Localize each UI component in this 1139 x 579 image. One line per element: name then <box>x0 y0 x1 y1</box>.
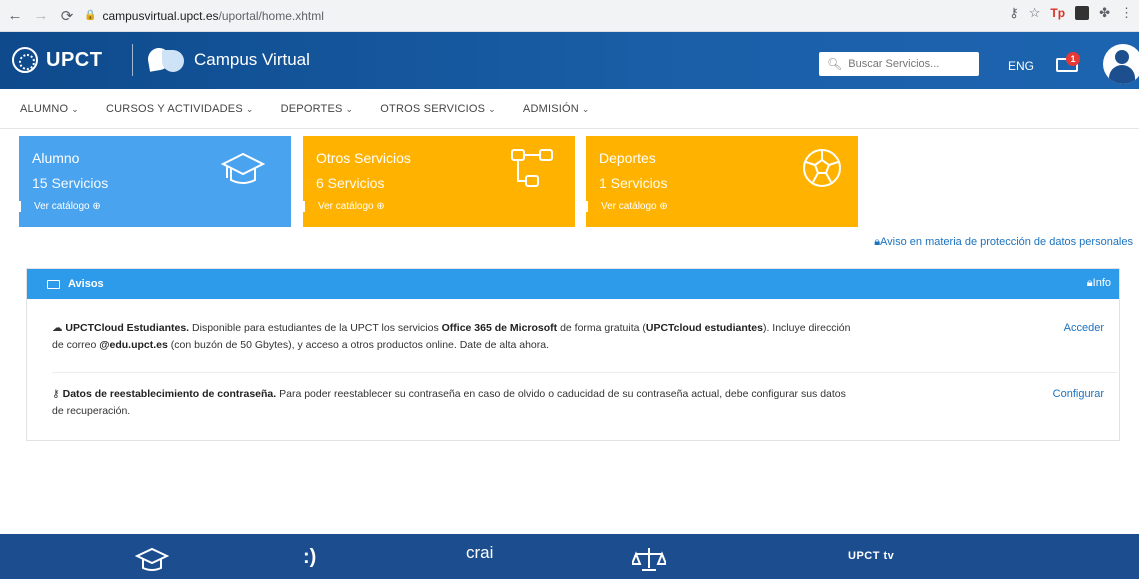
menu-item-cursos[interactable]: CURSOS Y ACTIVIDADES ⌄ <box>106 103 254 115</box>
browser-toolbar: ← → ⟳ 🔒 campusvirtual.upct.es /uportal/h… <box>0 0 1139 32</box>
search-input[interactable] <box>848 58 969 70</box>
notification-badge: 1 <box>1066 52 1080 66</box>
upcttv-icon[interactable]: UPCT tv <box>848 550 894 562</box>
app-name: Campus Virtual <box>194 50 310 69</box>
chevron-down-icon: ⌄ <box>71 103 80 114</box>
search-icon: 🔍︎ <box>827 57 843 71</box>
avisos-title: Avisos <box>68 278 104 290</box>
upct-seal-icon <box>12 47 38 73</box>
key-icon: ⚷ <box>52 388 63 400</box>
card-deportes[interactable]: Deportes 1 Servicios Ver catálogo ⊕ <box>586 136 858 227</box>
chevron-down-icon: ⌄ <box>245 103 254 114</box>
divider <box>52 372 1117 373</box>
catalog-link[interactable]: Ver catálogo ⊕ <box>586 201 668 212</box>
card-alumno[interactable]: Alumno 15 Servicios Ver catálogo ⊕ <box>19 136 291 227</box>
url-path: /uportal/home.xhtml <box>218 8 324 23</box>
lock-icon: 🔒 <box>84 10 97 21</box>
search-box: 🔍︎ <box>819 52 979 76</box>
avatar[interactable] <box>1103 44 1139 84</box>
crai-icon[interactable]: crai <box>466 543 493 563</box>
avisos-panel: Avisos 🔒︎Info ☁︎ UPCTCloud Estudiantes. … <box>26 268 1120 441</box>
graduation-cap-icon[interactable] <box>135 546 169 572</box>
key-icon[interactable]: ⚷ <box>1009 5 1019 21</box>
flow-diagram-icon <box>511 149 553 187</box>
info-link[interactable]: 🔒︎Info <box>1087 277 1111 290</box>
notice-upctcloud: ☁︎ UPCTCloud Estudiantes. Disponible par… <box>52 320 1104 351</box>
extension-tp-icon[interactable]: Tp <box>1050 6 1065 20</box>
menu-item-admision[interactable]: ADMISIÓN ⌄ <box>523 103 590 115</box>
envelope-icon <box>47 279 60 289</box>
catalog-link[interactable]: Ver catálogo ⊕ <box>19 201 101 212</box>
acceder-link[interactable]: Acceder <box>1064 320 1104 337</box>
menu-item-deportes[interactable]: DEPORTES ⌄ <box>281 103 354 115</box>
address-bar[interactable]: 🔒 campusvirtual.upct.es /uportal/home.xh… <box>84 4 1014 27</box>
footer: :) crai UPCT tv <box>0 534 1139 579</box>
logo-divider <box>132 44 133 76</box>
card-count: 1 Servicios <box>599 175 668 191</box>
language-toggle[interactable]: ENG <box>1008 59 1034 73</box>
menu-item-otros-servicios[interactable]: OTROS SERVICIOS ⌄ <box>380 103 496 115</box>
avisos-header: Avisos 🔒︎Info <box>27 269 1119 299</box>
extension-icon[interactable] <box>1075 6 1090 20</box>
star-icon[interactable]: ☆ <box>1029 5 1041 21</box>
privacy-notice-link[interactable]: 🔒︎Aviso en materia de protección de dato… <box>874 236 1133 249</box>
menu-item-alumno[interactable]: ALUMNO ⌄ <box>20 103 79 115</box>
configurar-link[interactable]: Configurar <box>1053 386 1104 403</box>
notifications-button[interactable]: 1 <box>1056 52 1082 74</box>
site-header: UPCT Campus Virtual 🔍︎ ENG 1 <box>0 32 1139 89</box>
catalog-link[interactable]: Ver catálogo ⊕ <box>303 201 385 212</box>
reload-button[interactable]: ⟳ <box>56 5 78 27</box>
card-count: 6 Servicios <box>316 175 385 191</box>
card-count: 15 Servicios <box>32 175 109 191</box>
card-title: Otros Servicios <box>316 150 411 166</box>
puzzle-icon[interactable]: ✤ <box>1099 5 1110 21</box>
chevron-down-icon: ⌄ <box>581 103 590 114</box>
back-button[interactable]: ← <box>4 5 26 27</box>
scales-icon[interactable] <box>632 546 666 572</box>
notice-password-recovery: ⚷ Datos de reestablecimiento de contrase… <box>52 386 1104 417</box>
main-menu: ALUMNO ⌄ CURSOS Y ACTIVIDADES ⌄ DEPORTES ⌄ … <box>0 89 1139 129</box>
card-title: Alumno <box>32 150 80 166</box>
card-otros-servicios[interactable]: Otros Servicios 6 Servicios Ver catálogo… <box>303 136 575 227</box>
menu-dots-icon[interactable]: ⋮ <box>1120 5 1133 21</box>
card-title: Deportes <box>599 150 656 166</box>
chevron-down-icon: ⌄ <box>345 103 354 114</box>
chevron-down-icon: ⌄ <box>488 103 496 114</box>
smile-icon[interactable]: :) <box>303 546 316 569</box>
brand-text: UPCT <box>46 48 103 71</box>
campus-virtual-mark-icon <box>146 46 186 72</box>
upct-logo[interactable]: UPCT <box>12 47 102 73</box>
forward-button[interactable]: → <box>30 5 52 27</box>
graduation-cap-icon <box>220 152 266 184</box>
soccer-ball-icon <box>803 149 841 187</box>
url-host: campusvirtual.upct.es <box>102 8 219 23</box>
campus-virtual-logo[interactable]: Campus Virtual <box>146 46 310 72</box>
cloud-icon: ☁︎ <box>52 322 66 334</box>
